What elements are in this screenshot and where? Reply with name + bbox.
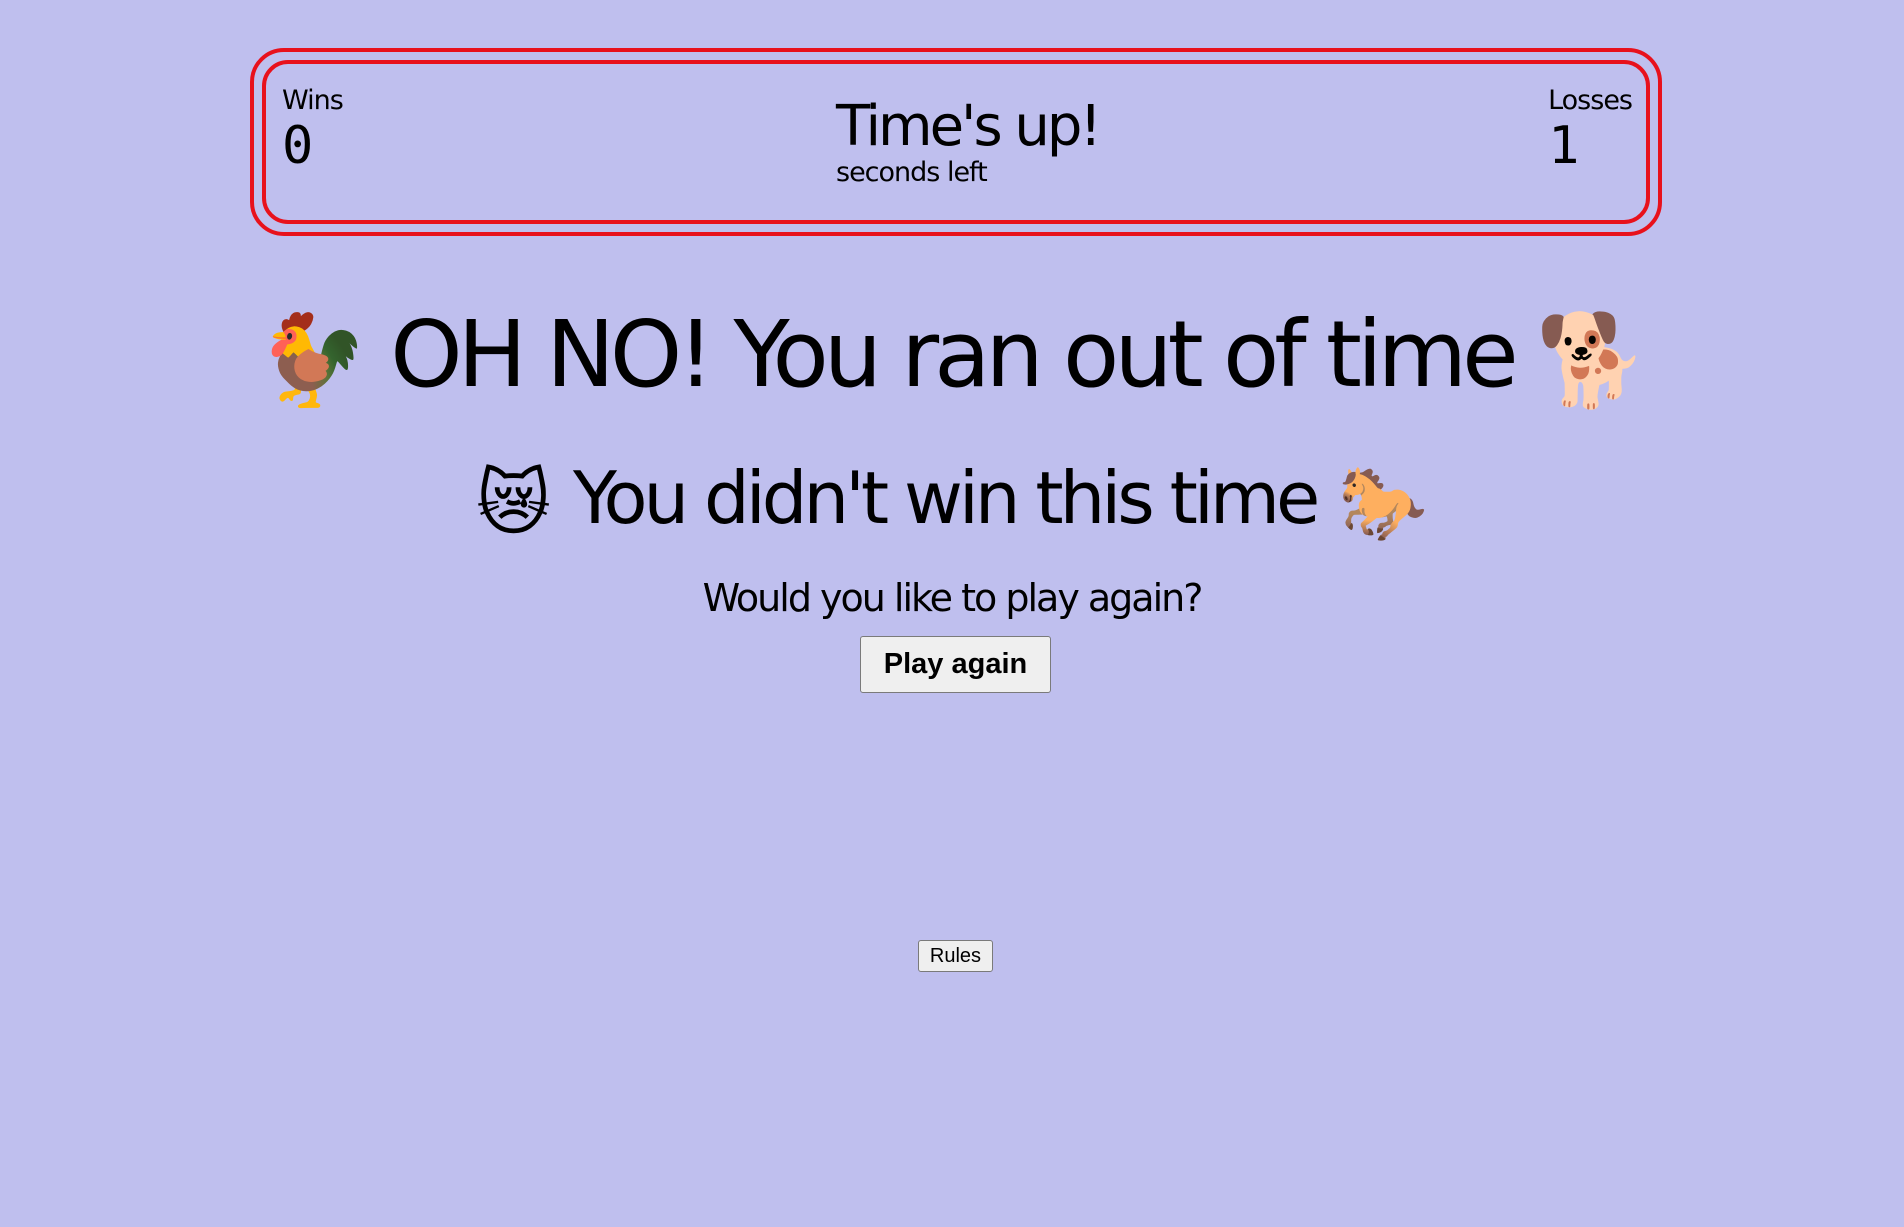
timer-caption: seconds left [836,157,988,188]
subheading-text: You didn't win this time [573,456,1320,540]
wins-label: Wins [282,85,344,116]
horse-icon: 🐎 [1338,461,1428,546]
play-again-prompt: Would you like to play again? [702,576,1204,620]
crying-cat-icon: 😿 [475,461,552,546]
rules-button[interactable]: Rules [918,940,993,972]
timer-display: Time's up! seconds left [836,94,1102,188]
headline-text: OH NO! You ran out of time [390,301,1518,408]
losses-counter: Losses 1 [1548,85,1633,177]
wins-counter: Wins 0 [282,85,344,177]
result-headline: 🐓 OH NO! You ran out of time 🐕 [0,300,1904,416]
scoreboard: Wins 0 Time's up! seconds left Losses 1 [250,48,1662,236]
losses-label: Losses [1548,85,1633,116]
scoreboard-inner-frame: Wins 0 Time's up! seconds left Losses 1 [262,60,1650,224]
rooster-icon: 🐓 [256,307,369,413]
losses-value: 1 [1548,116,1580,176]
wins-value: 0 [282,116,314,176]
result-subheading: 😿 You didn't win this time 🐎 [0,450,1904,551]
dog-icon: 🐕 [1535,307,1648,413]
play-again-button[interactable]: Play again [860,636,1051,693]
timer-status: Time's up! [836,94,1102,159]
